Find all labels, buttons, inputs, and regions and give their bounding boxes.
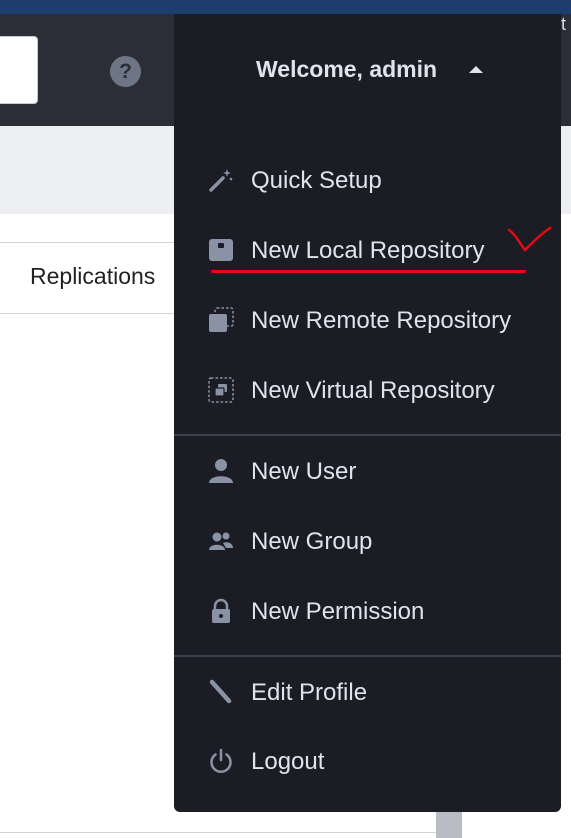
menu-item-label: Quick Setup (251, 167, 382, 194)
power-icon (210, 748, 232, 773)
menu-item-logout[interactable]: Logout (174, 734, 561, 790)
virtual-repo-icon (208, 377, 234, 403)
menu-item-label: New Remote Repository (251, 307, 512, 334)
menu-item-label: New Local Repository (251, 237, 485, 264)
lock-icon (212, 598, 230, 623)
annotation-underline (211, 270, 526, 273)
magic-wand-icon (209, 169, 233, 192)
menu-item-new-permission[interactable]: New Permission (174, 584, 561, 640)
help-icon[interactable]: ? (110, 56, 141, 87)
caret-up-icon[interactable] (469, 66, 483, 73)
group-icon (209, 532, 233, 550)
menu-item-label: Edit Profile (251, 679, 368, 706)
scrollbar-thumb[interactable] (436, 812, 462, 838)
menu-item-label: Logout (251, 748, 325, 775)
menu-item-label: New User (251, 458, 357, 485)
local-repo-icon (209, 239, 233, 261)
menu-item-label: New Group (251, 528, 373, 555)
annotation-check-mark (507, 226, 552, 252)
top-accent-strip (0, 0, 571, 14)
menu-item-new-remote-repository[interactable]: New Remote Repository (174, 293, 561, 349)
welcome-menu-toggle[interactable]: Welcome, admin (256, 56, 437, 83)
menu-item-new-virtual-repository[interactable]: New Virtual Repository (174, 363, 561, 419)
menu-item-edit-profile[interactable]: Edit Profile (174, 665, 561, 721)
menu-divider (174, 655, 561, 657)
menu-item-quick-setup[interactable]: Quick Setup (174, 153, 561, 209)
menu-item-new-user[interactable]: New User (174, 444, 561, 500)
menu-item-label: New Virtual Repository (251, 377, 495, 404)
menu-item-new-group[interactable]: New Group (174, 514, 561, 570)
search-input[interactable] (0, 36, 38, 104)
divider (0, 832, 440, 833)
edge-text-fragment: t (561, 14, 567, 34)
user-icon (209, 459, 233, 483)
pencil-icon (209, 679, 232, 704)
menu-divider (174, 434, 561, 436)
remote-repo-icon (209, 307, 234, 332)
tab-replications[interactable]: Replications (30, 263, 155, 290)
menu-item-label: New Permission (251, 598, 425, 625)
